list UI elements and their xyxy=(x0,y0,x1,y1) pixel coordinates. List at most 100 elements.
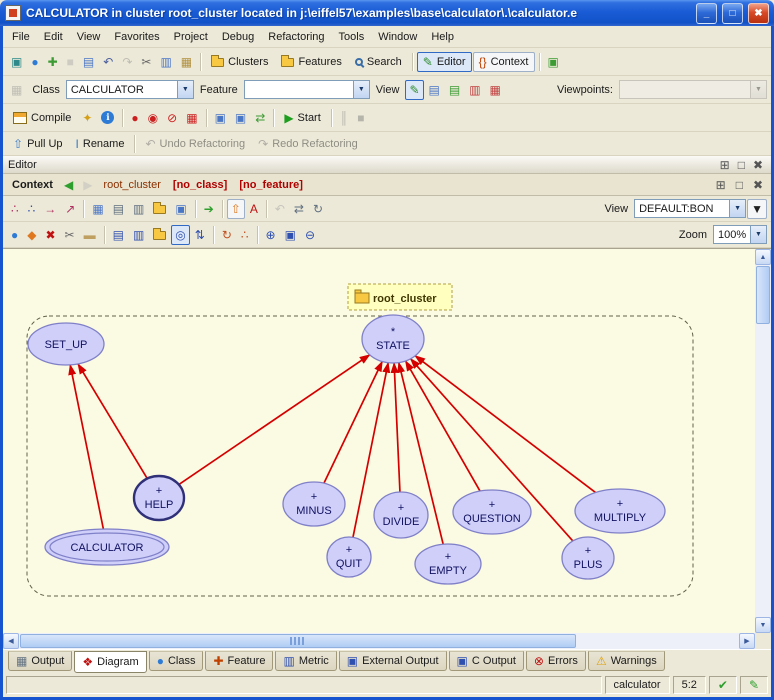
relayout-icon[interactable]: ↻ xyxy=(218,225,236,245)
menu-view[interactable]: View xyxy=(70,29,108,45)
menu-favorites[interactable]: Favorites xyxy=(107,29,166,45)
close-button[interactable]: ✖ xyxy=(748,3,769,24)
scroll-down-button[interactable]: ▼ xyxy=(755,617,771,633)
maximize-button[interactable]: □ xyxy=(722,3,743,24)
tab-diagram[interactable]: ❖Diagram xyxy=(74,651,146,673)
diagram-view-combo[interactable]: DEFAULT:BON▼ xyxy=(634,199,746,218)
pull-up-button[interactable]: ⇧Pull Up xyxy=(7,134,69,154)
diagram-folder-icon[interactable] xyxy=(149,199,170,219)
diagram-view-combo-arrow-icon[interactable]: ▼ xyxy=(729,200,745,217)
tab-external-output[interactable]: ▣External Output xyxy=(339,651,447,671)
editor-close-button[interactable]: ✖ xyxy=(750,158,766,172)
class-node-minus[interactable]: +MINUS xyxy=(283,482,345,526)
minimize-button[interactable]: _ xyxy=(696,3,717,24)
text-labels-icon[interactable]: A xyxy=(246,199,262,219)
tab-warnings[interactable]: ⚠Warnings xyxy=(588,651,665,671)
inheritance-link-help-state[interactable] xyxy=(179,355,370,485)
flat-view-icon[interactable]: ▥ xyxy=(465,80,484,100)
link-view-icon[interactable]: ⇄ xyxy=(290,199,308,219)
zoom-out-icon[interactable]: ⊖ xyxy=(301,225,319,245)
menu-project[interactable]: Project xyxy=(167,29,215,45)
add-class-tool-icon[interactable]: ∴ xyxy=(7,199,23,219)
disable-breakpoints-icon[interactable]: ◉ xyxy=(144,108,162,128)
tab-feature[interactable]: ✚Feature xyxy=(205,651,273,671)
undo-icon[interactable]: ↶ xyxy=(99,52,117,72)
inheritance-link-divide-state[interactable] xyxy=(394,363,400,492)
add-item-icon[interactable]: ✚ xyxy=(44,52,62,72)
start-button[interactable]: ▶Start xyxy=(278,108,326,128)
melt-key-icon[interactable]: ✦ xyxy=(78,108,96,128)
zoom-combo-arrow-icon[interactable]: ▼ xyxy=(750,226,766,243)
put-class-icon[interactable]: ⇧ xyxy=(227,199,245,219)
cluster-legend-icon[interactable]: ▤ xyxy=(109,225,128,245)
external-commands-icon[interactable]: ▣ xyxy=(544,52,563,72)
inheritance-link-calculator-set_up[interactable] xyxy=(70,365,103,529)
eraser-tool-icon[interactable]: ▬ xyxy=(80,225,100,245)
info-icon[interactable]: ℹ xyxy=(97,108,118,128)
rename-button[interactable]: IRename xyxy=(70,134,131,154)
save-all-icon[interactable]: ▤ xyxy=(79,52,98,72)
interrupt-icon[interactable]: ⇄ xyxy=(251,108,269,128)
title-bar[interactable]: CALCULATOR in cluster root_cluster locat… xyxy=(0,0,774,26)
class-node-state[interactable]: *STATE xyxy=(362,315,424,363)
contract-view-icon[interactable]: ▦ xyxy=(486,80,505,100)
center-on-class-icon[interactable]: ◎ xyxy=(171,225,189,245)
toggle-physics-icon[interactable]: ● xyxy=(7,225,22,245)
class-combo[interactable]: CALCULATOR▼ xyxy=(66,80,194,99)
clusters-folder-icon[interactable] xyxy=(149,225,170,245)
class-node-calculator[interactable]: CALCULATOR xyxy=(45,529,169,565)
add-cluster-tool-icon[interactable]: ∴ xyxy=(24,199,40,219)
editor-maximize-button[interactable]: □ xyxy=(735,158,748,172)
context-button[interactable]: {}Context xyxy=(473,52,535,72)
class-node-empty[interactable]: +EMPTY xyxy=(415,544,481,584)
copy-icon[interactable]: ▥ xyxy=(156,52,175,72)
vertical-scroll-track[interactable] xyxy=(755,325,771,617)
zoom-combo[interactable]: 100%▼ xyxy=(713,225,767,244)
clusters-button[interactable]: Clusters xyxy=(205,52,274,72)
print-diagram-icon[interactable]: ▥ xyxy=(129,199,148,219)
step-over-icon[interactable]: ▣ xyxy=(231,108,250,128)
clickable-view-icon[interactable]: ▤ xyxy=(445,80,464,100)
step-into-icon[interactable]: ▣ xyxy=(211,108,230,128)
hide-clusters-icon[interactable]: ▥ xyxy=(129,225,148,245)
remove-breakpoints-icon[interactable]: ⊘ xyxy=(163,108,181,128)
zoom-in-icon[interactable]: ⊕ xyxy=(262,225,280,245)
features-button[interactable]: Features xyxy=(275,52,347,72)
open-project-icon[interactable]: ● xyxy=(27,52,42,72)
editor-view-icon[interactable]: ✎ xyxy=(405,80,423,100)
ignore-breakpoints-icon[interactable]: ▦ xyxy=(182,108,201,128)
paste-icon[interactable]: ▦ xyxy=(177,52,196,72)
sort-layout-icon[interactable]: ⇅ xyxy=(191,225,209,245)
menu-window[interactable]: Window xyxy=(371,29,424,45)
cluster-label[interactable]: root_cluster xyxy=(348,284,452,310)
context-float-button[interactable]: ⊞ xyxy=(712,175,730,195)
menu-edit[interactable]: Edit xyxy=(37,29,70,45)
horizontal-scroll-track[interactable] xyxy=(577,633,739,649)
fit-to-window-icon[interactable]: ▣ xyxy=(281,225,300,245)
windows-view-icon[interactable]: ▣ xyxy=(171,199,190,219)
tab-metric[interactable]: ▥Metric xyxy=(275,651,336,671)
bon-diagram[interactable]: SET_UP*STATE+HELPCALCULATOR+MINUS+QUIT+D… xyxy=(3,249,755,633)
class-node-question[interactable]: +QUESTION xyxy=(453,490,531,534)
editor-float-button[interactable]: ⊞ xyxy=(717,158,733,172)
breakpoints-icon[interactable]: ● xyxy=(127,108,142,128)
menu-file[interactable]: File xyxy=(5,29,37,45)
vertical-scrollbar[interactable]: ▲ ▼ xyxy=(755,249,771,633)
class-node-quit[interactable]: +QUIT xyxy=(327,537,371,577)
tab-c-output[interactable]: ▣C Output xyxy=(449,651,524,671)
inheritance-link-question-state[interactable] xyxy=(406,361,480,491)
class-node-divide[interactable]: +DIVIDE xyxy=(374,492,428,538)
tab-output[interactable]: ▦Output xyxy=(8,651,72,671)
search-button[interactable]: Search xyxy=(349,52,408,72)
compile-button[interactable]: Compile xyxy=(7,108,77,128)
history-back-button[interactable]: ◀ xyxy=(60,175,77,195)
inheritance-link-tool-icon[interactable]: ↗ xyxy=(61,199,79,219)
menu-debug[interactable]: Debug xyxy=(215,29,261,45)
feature-combo-arrow-icon[interactable]: ▼ xyxy=(353,81,369,98)
tab-errors[interactable]: ⊗Errors xyxy=(526,651,586,671)
console-icon[interactable]: ▤ xyxy=(109,199,128,219)
highlight-tool-icon[interactable]: ◆ xyxy=(23,225,40,245)
tab-class[interactable]: ●Class xyxy=(149,651,204,671)
editor-button[interactable]: ✎Editor xyxy=(417,52,472,72)
new-window-icon[interactable]: ▣ xyxy=(7,52,26,72)
